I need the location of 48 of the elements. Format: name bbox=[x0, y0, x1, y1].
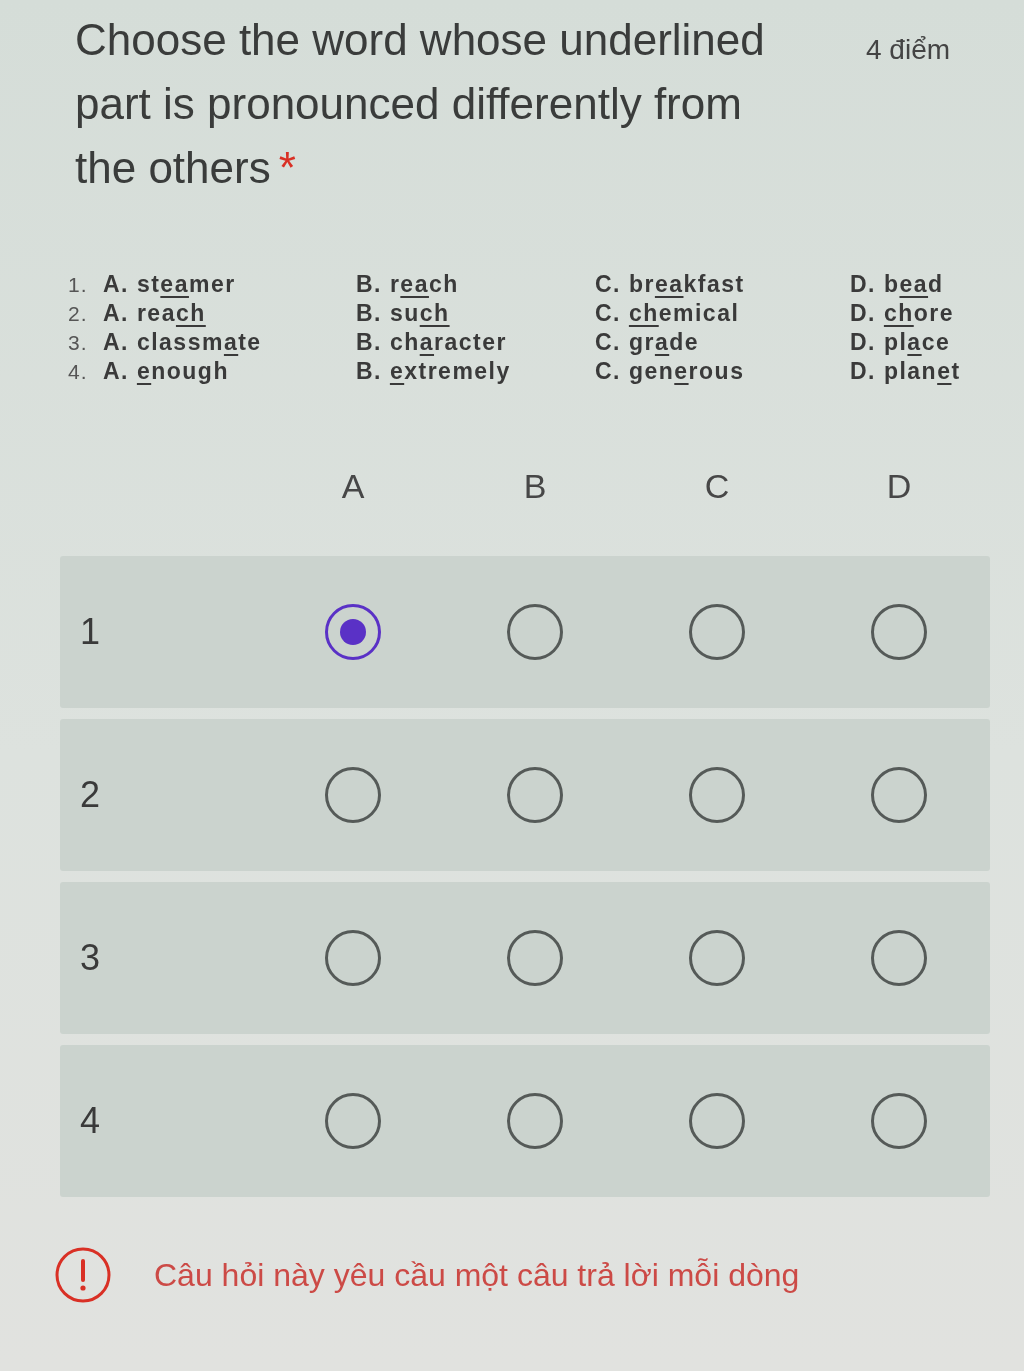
answer-option: B. reach bbox=[356, 270, 459, 299]
radio-button[interactable] bbox=[507, 767, 563, 823]
answer-option: D. planet bbox=[850, 357, 961, 386]
radio-button[interactable] bbox=[325, 604, 381, 660]
radio-button[interactable] bbox=[689, 1093, 745, 1149]
answer-option: C. breakfast bbox=[595, 270, 745, 299]
column-header: B bbox=[523, 468, 547, 504]
row-label: 1 bbox=[80, 612, 101, 652]
answer-option: A. enough bbox=[103, 357, 229, 386]
column-header: C bbox=[704, 468, 730, 504]
item-number: 4. bbox=[68, 359, 88, 385]
item-number: 3. bbox=[68, 330, 88, 356]
radio-button[interactable] bbox=[507, 604, 563, 660]
radio-button[interactable] bbox=[689, 604, 745, 660]
radio-button[interactable] bbox=[871, 930, 927, 986]
answer-option: C. chemical bbox=[595, 299, 740, 328]
error-message: Câu hỏi này yêu cầu một câu trả lời mỗi dòng bbox=[154, 1256, 800, 1295]
radio-button[interactable] bbox=[689, 930, 745, 986]
answer-option: C. generous bbox=[595, 357, 745, 386]
radio-button[interactable] bbox=[871, 1093, 927, 1149]
answer-option: B. such bbox=[356, 299, 450, 328]
item-number: 2. bbox=[68, 301, 88, 327]
row-label: 4 bbox=[80, 1101, 101, 1141]
column-header: A bbox=[341, 468, 365, 504]
column-header: D bbox=[886, 468, 912, 504]
radio-button[interactable] bbox=[325, 767, 381, 823]
radio-button[interactable] bbox=[689, 767, 745, 823]
radio-button[interactable] bbox=[325, 1093, 381, 1149]
radio-button[interactable] bbox=[507, 1093, 563, 1149]
answer-option: C. grade bbox=[595, 328, 700, 357]
answer-option: D. bead bbox=[850, 270, 944, 299]
radio-button[interactable] bbox=[871, 767, 927, 823]
answer-option: A. classmate bbox=[103, 328, 262, 357]
points-label: 4 điểm bbox=[866, 34, 951, 66]
answer-option: D. chore bbox=[850, 299, 955, 328]
answer-option: A. steamer bbox=[103, 270, 236, 299]
answer-option: B. extremely bbox=[356, 357, 511, 386]
radio-button[interactable] bbox=[507, 930, 563, 986]
question-title: Choose the word whose underlined part is pronounced differently from the others * bbox=[75, 14, 766, 194]
answer-option: A. reach bbox=[103, 299, 206, 328]
error-icon bbox=[55, 1247, 111, 1303]
radio-button[interactable] bbox=[871, 604, 927, 660]
row-label: 3 bbox=[80, 938, 101, 978]
answer-option: B. character bbox=[356, 328, 507, 357]
row-label: 2 bbox=[80, 775, 101, 815]
radio-button[interactable] bbox=[325, 930, 381, 986]
item-number: 1. bbox=[68, 272, 88, 298]
answer-option: D. place bbox=[850, 328, 951, 357]
